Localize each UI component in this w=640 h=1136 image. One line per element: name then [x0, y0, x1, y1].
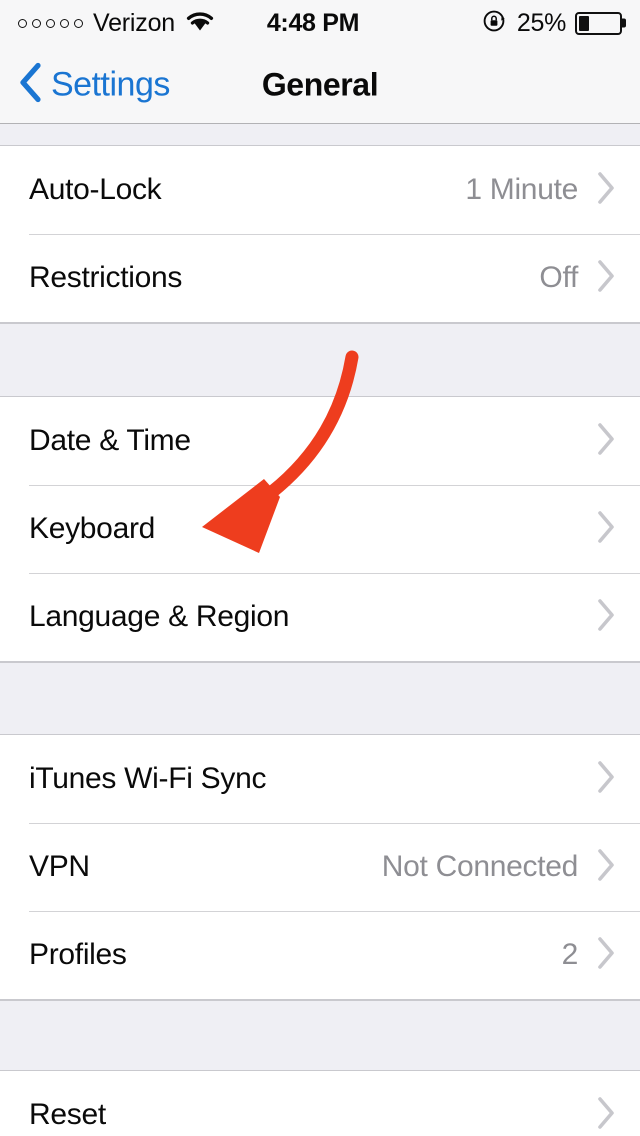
- settings-row-language-region[interactable]: Language & Region: [0, 573, 640, 661]
- settings-row-keyboard[interactable]: Keyboard: [0, 485, 640, 573]
- row-value: 1 Minute: [465, 173, 578, 206]
- group-separator: [0, 662, 640, 735]
- signal-dot: [74, 18, 83, 28]
- status-bar-center: 4:48 PM: [267, 9, 360, 38]
- navigation-bar: Settings General: [0, 46, 640, 124]
- settings-row-itunes-wi-fi-sync[interactable]: iTunes Wi-Fi Sync: [0, 735, 640, 823]
- signal-dot: [46, 18, 55, 28]
- rotation-lock-icon: [482, 8, 508, 39]
- chevron-right-icon: [596, 598, 616, 637]
- chevron-right-icon: [596, 171, 616, 210]
- settings-group: Reset: [0, 1071, 640, 1136]
- settings-group: Auto-Lock 1 Minute Restrictions Off: [0, 146, 640, 323]
- signal-strength-dots: [18, 18, 83, 28]
- page-title: General: [261, 66, 379, 102]
- row-label: Language & Region: [29, 600, 290, 633]
- settings-row-restrictions[interactable]: Restrictions Off: [0, 234, 640, 322]
- carrier-label: Verizon: [93, 8, 175, 37]
- settings-row-vpn[interactable]: VPN Not Connected: [0, 823, 640, 911]
- clock-label: 4:48 PM: [266, 8, 360, 37]
- back-button-settings[interactable]: Settings: [18, 61, 170, 108]
- chevron-right-icon: [596, 936, 616, 975]
- chevron-right-icon: [596, 1096, 616, 1135]
- row-label: Date & Time: [29, 424, 191, 457]
- battery-icon: [575, 11, 623, 35]
- chevron-right-icon: [596, 760, 616, 799]
- signal-dot: [32, 18, 41, 28]
- iphone-settings-screen: Verizon 4:48 PM 25% Settings General Aut…: [0, 0, 640, 1136]
- row-label: Restrictions: [29, 261, 183, 294]
- group-separator: [0, 1000, 640, 1071]
- status-bar-right: 25%: [359, 8, 623, 39]
- group-separator: [0, 124, 640, 146]
- chevron-left-icon: [18, 61, 42, 108]
- settings-row-date-time[interactable]: Date & Time: [0, 397, 640, 485]
- chevron-right-icon: [596, 259, 616, 298]
- row-value: 2: [561, 938, 579, 971]
- status-bar: Verizon 4:48 PM 25%: [0, 0, 640, 46]
- battery-fill: [579, 15, 589, 31]
- row-value: Not Connected: [381, 850, 579, 883]
- row-label: Keyboard: [29, 512, 156, 545]
- settings-group: Date & Time Keyboard Language & Region: [0, 397, 640, 662]
- row-label: iTunes Wi-Fi Sync: [29, 762, 267, 795]
- row-label: Profiles: [29, 938, 127, 971]
- row-value: Off: [539, 261, 578, 294]
- settings-row-reset[interactable]: Reset: [0, 1071, 640, 1136]
- row-label: Reset: [29, 1098, 106, 1131]
- chevron-right-icon: [596, 422, 616, 461]
- chevron-right-icon: [596, 510, 616, 549]
- back-button-label: Settings: [51, 65, 170, 103]
- group-separator: [0, 323, 640, 397]
- status-bar-left: Verizon: [18, 9, 281, 38]
- settings-row-profiles[interactable]: Profiles 2: [0, 911, 640, 999]
- settings-group: iTunes Wi-Fi Sync VPN Not Connected Profile…: [0, 735, 640, 1000]
- row-label: Auto-Lock: [29, 173, 162, 206]
- row-label: VPN: [29, 850, 90, 883]
- battery-percent-label: 25%: [516, 8, 567, 37]
- chevron-right-icon: [596, 848, 616, 887]
- wifi-icon: [185, 9, 215, 37]
- signal-dot: [18, 18, 27, 28]
- settings-row-auto-lock[interactable]: Auto-Lock 1 Minute: [0, 146, 640, 234]
- signal-dot: [60, 18, 69, 28]
- settings-table[interactable]: Auto-Lock 1 Minute Restrictions Off Date & T…: [0, 124, 640, 1136]
